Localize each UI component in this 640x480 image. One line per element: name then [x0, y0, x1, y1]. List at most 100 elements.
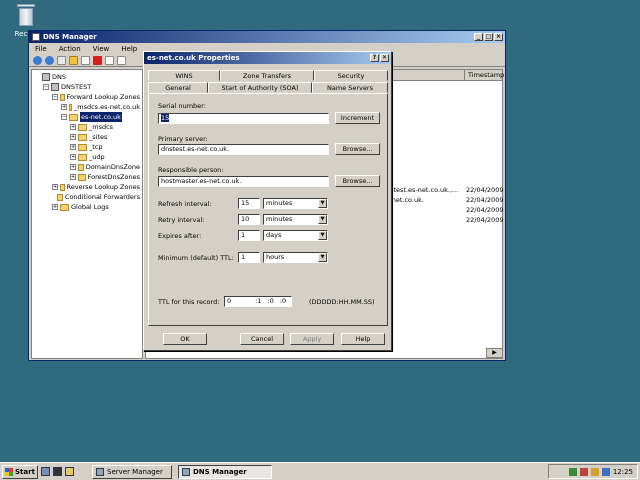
folder-icon [60, 93, 65, 101]
task-dns-manager[interactable]: DNS Manager [178, 464, 272, 479]
up-level-icon[interactable] [57, 55, 66, 65]
expand-icon[interactable]: + [52, 184, 58, 190]
refresh-icon[interactable] [117, 55, 126, 65]
dialog-close-button[interactable]: ✕ [380, 54, 389, 62]
dns-manager-titlebar[interactable]: DNS Manager _ □ × [29, 31, 505, 43]
properties-icon[interactable] [81, 55, 90, 65]
forward-arrow-icon[interactable] [45, 55, 54, 65]
increment-button[interactable]: Increment [335, 112, 380, 124]
record-timestamp: 22/04/2009 [466, 186, 504, 194]
tree-item-label: DNS [52, 73, 66, 81]
tab-general[interactable]: General [148, 82, 208, 93]
expand-icon[interactable]: + [70, 134, 76, 140]
chevron-down-icon[interactable]: ▼ [318, 215, 327, 224]
ok-button[interactable]: OK [163, 333, 207, 345]
tab-soa[interactable]: Start of Authority (SOA) [208, 82, 312, 93]
expand-icon[interactable]: + [70, 154, 76, 160]
delete-icon[interactable] [93, 55, 102, 65]
expand-icon[interactable]: + [70, 174, 76, 180]
help-button[interactable]: Help [341, 333, 385, 345]
network-icon[interactable] [568, 467, 577, 476]
command-prompt-quicklaunch-icon[interactable] [53, 467, 62, 476]
tree-item[interactable]: − DNSTEST [34, 82, 140, 92]
apply-button[interactable]: Apply [290, 333, 334, 345]
maximize-button[interactable]: □ [484, 33, 493, 41]
browse-primary-button[interactable]: Browse... [335, 143, 380, 155]
expand-icon[interactable]: + [52, 204, 58, 210]
security-icon[interactable] [579, 467, 588, 476]
expand-icon[interactable]: + [61, 104, 67, 110]
tree-item[interactable]: + DomainDnsZone [34, 162, 140, 172]
chevron-down-icon[interactable]: ▼ [318, 231, 327, 240]
browse-responsible-button[interactable]: Browse... [335, 175, 380, 187]
retry-interval-field[interactable]: 10 [238, 214, 260, 225]
task-server-manager[interactable]: Server Manager [92, 464, 172, 479]
expand-icon[interactable]: + [70, 164, 76, 170]
tab-security[interactable]: Security [314, 70, 388, 81]
minimize-button[interactable]: _ [474, 33, 483, 41]
collapse-icon[interactable]: − [61, 114, 67, 120]
tree-item[interactable]: Conditional Forwarders [34, 192, 140, 202]
collapse-icon[interactable]: − [43, 84, 49, 90]
server-manager-quicklaunch-icon[interactable] [41, 467, 50, 476]
expand-icon[interactable]: + [70, 124, 76, 130]
record-ttl-field[interactable]: 0 :1 :0 :0 [224, 296, 292, 307]
zone-properties-dialog: es-net.co.uk Properties ? ✕ WINS Zone Tr… [143, 51, 392, 351]
front-tab-row: General Start of Authority (SOA) Name Se… [148, 82, 388, 93]
tree-item[interactable]: + _msdcs [34, 122, 140, 132]
tree-item-label: DNSTEST [61, 83, 92, 91]
back-arrow-icon[interactable] [33, 55, 42, 65]
start-button[interactable]: Start [2, 464, 38, 479]
refresh-unit-select[interactable]: minutes ▼ [263, 198, 328, 209]
tab-zone-transfers[interactable]: Zone Transfers [220, 70, 314, 81]
clock[interactable]: 12:25 [613, 468, 633, 476]
chevron-down-icon[interactable]: ▼ [318, 199, 327, 208]
expires-unit-select[interactable]: days ▼ [263, 230, 328, 241]
responsible-person-field[interactable]: hostmaster.es-net.co.uk. [158, 176, 329, 187]
update-icon[interactable] [590, 467, 599, 476]
ttl-seconds: :0 [279, 297, 287, 305]
dns-app-icon [32, 33, 40, 41]
primary-server-field[interactable]: dnstest.es-net.co.uk. [158, 144, 329, 155]
system-tray: 12:25 [548, 464, 638, 479]
tree-item[interactable]: + _tcp [34, 142, 140, 152]
refresh-interval-field[interactable]: 15 [238, 198, 260, 209]
tab-name-servers[interactable]: Name Servers [312, 82, 388, 93]
context-help-button[interactable]: ? [370, 54, 379, 62]
collapse-icon[interactable]: − [52, 94, 58, 100]
retry-unit-select[interactable]: minutes ▼ [263, 214, 328, 225]
chevron-down-icon[interactable]: ▼ [318, 253, 327, 262]
tree-item-label: Global Logs [71, 203, 109, 211]
tree-item[interactable]: + _sites [34, 132, 140, 142]
explorer-quicklaunch-icon[interactable] [65, 467, 74, 476]
expand-icon[interactable]: + [70, 144, 76, 150]
dialog-titlebar[interactable]: es-net.co.uk Properties ? ✕ [144, 52, 391, 64]
tree-item[interactable]: + Reverse Lookup Zones [34, 182, 140, 192]
tree-item[interactable]: − es-net.co.uk [34, 112, 140, 122]
scroll-right-arrow[interactable]: ▶ [486, 348, 503, 358]
menu-view[interactable]: View [93, 45, 110, 53]
minimum-ttl-field[interactable]: 1 [238, 252, 260, 263]
tree-item[interactable]: + _udp [34, 152, 140, 162]
volume-icon[interactable] [601, 467, 610, 476]
menu-help[interactable]: Help [121, 45, 137, 53]
tab-wins[interactable]: WINS [148, 70, 220, 81]
cancel-button[interactable]: Cancel [240, 333, 284, 345]
close-button[interactable]: × [494, 33, 503, 41]
tree-item[interactable]: + Global Logs [34, 202, 140, 212]
tree-item[interactable]: DNS [34, 72, 140, 82]
tree-item[interactable]: + ForestDnsZones [34, 172, 140, 182]
menu-action[interactable]: Action [59, 45, 81, 53]
tree-item[interactable]: − Forward Lookup Zones [34, 92, 140, 102]
expires-after-field[interactable]: 1 [238, 230, 260, 241]
menu-file[interactable]: File [35, 45, 47, 53]
minimum-ttl-unit-select[interactable]: hours ▼ [263, 252, 328, 263]
tree-item-label: Forward Lookup Zones [66, 93, 140, 101]
show-hide-tree-icon[interactable] [69, 55, 78, 65]
timestamp-column-header[interactable]: Timestamp [464, 70, 504, 81]
serial-number-field[interactable]: 15 [158, 113, 329, 124]
export-list-icon[interactable] [105, 55, 114, 65]
ttl-minutes: :0 [267, 297, 274, 305]
record-ttl-label: TTL for this record: [158, 298, 220, 306]
tree-item[interactable]: + _msdcs.es-net.co.uk [34, 102, 140, 112]
